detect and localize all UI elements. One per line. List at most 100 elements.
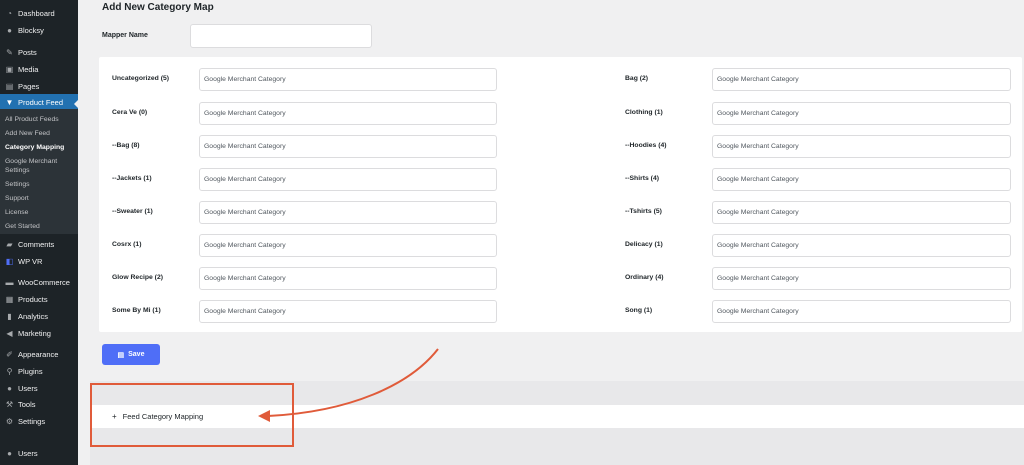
category-label: Some By Mi (1)	[112, 307, 161, 314]
admin-sidebar: ◔ Dashboard ● Blocksy ✎ Posts ▣ Media ▤ Pages…	[0, 0, 79, 465]
sidebar-item-label: Blocksy	[18, 26, 44, 35]
category-label: Cera Ve (0)	[112, 109, 148, 116]
google-category-input[interactable]: Google Merchant Category	[199, 234, 497, 257]
submenu-google-merchant-settings[interactable]: Settings	[5, 166, 30, 175]
google-category-input[interactable]: Google Merchant Category	[199, 201, 497, 224]
category-label: --Bag (8)	[112, 142, 140, 149]
category-label: --Tshirts (5)	[625, 208, 662, 215]
sidebar-item-label: WP VR	[18, 257, 43, 266]
google-category-input[interactable]: Google Merchant Category	[199, 168, 497, 191]
submenu-settings[interactable]: Settings	[5, 180, 30, 189]
sidebar-item-label: Marketing	[18, 329, 51, 338]
category-label: Glow Recipe (2)	[112, 274, 163, 281]
page-title: Add New Category Map	[102, 2, 214, 13]
sidebar-item-label: Plugins	[18, 367, 43, 376]
category-label: --Hoodies (4)	[625, 142, 667, 149]
sidebar-item-label: Product Feed	[18, 97, 64, 107]
submenu-license[interactable]: License	[5, 208, 28, 217]
sidebar-item-woocommerce[interactable]: ▬ WooCommerce	[0, 274, 78, 291]
sidebar-item-label: Users	[18, 384, 38, 393]
sidebar-item-label: Products	[18, 295, 48, 304]
submenu-all-product-feeds[interactable]: All Product Feeds	[5, 115, 59, 124]
products-icon: ▦	[5, 295, 14, 304]
sidebar-item-analytics[interactable]: ▮ Analytics	[0, 308, 78, 325]
google-category-input[interactable]: Google Merchant Category	[712, 234, 1011, 257]
sidebar-item-posts[interactable]: ✎ Posts	[0, 44, 78, 61]
category-label: Cosrx (1)	[112, 241, 142, 248]
google-category-input[interactable]: Google Merchant Category	[712, 102, 1011, 125]
sidebar-item-users-bottom[interactable]: ● Users	[0, 445, 78, 462]
analytics-icon: ▮	[7, 312, 12, 321]
google-category-input[interactable]: Google Merchant Category	[712, 168, 1011, 191]
plugins-icon: ⚲	[6, 367, 13, 376]
sidebar-item-label: Appearance	[18, 350, 59, 359]
sidebar-item-tools[interactable]: ⚒ Tools	[0, 396, 78, 413]
category-label: Delicacy (1)	[625, 241, 663, 248]
category-label: --Shirts (4)	[625, 175, 659, 182]
google-category-input[interactable]: Google Merchant Category	[199, 135, 497, 158]
pin-icon: ✎	[6, 48, 13, 57]
settings-icon: ⚙	[5, 417, 14, 426]
google-category-input[interactable]: Google Merchant Category	[199, 68, 497, 91]
comments-icon: ▰	[6, 240, 13, 249]
google-category-input[interactable]: Google Merchant Category	[712, 267, 1011, 290]
google-category-input[interactable]: Google Merchant Category	[712, 68, 1011, 91]
users-icon: ●	[7, 449, 12, 458]
submenu-category-mapping[interactable]: Category Mapping	[5, 143, 64, 152]
media-icon: ▣	[5, 65, 14, 74]
sidebar-item-marketing[interactable]: ◀ Marketing	[0, 325, 78, 342]
sidebar-item-settings[interactable]: ⚙ Settings	[0, 413, 78, 430]
sidebar-item-products[interactable]: ▦ Products	[0, 291, 78, 308]
google-category-input[interactable]: Google Merchant Category	[199, 300, 497, 323]
wpvr-icon: ◧	[5, 257, 14, 266]
annotation-highlight-box	[90, 383, 294, 447]
google-category-input[interactable]: Google Merchant Category	[199, 267, 497, 290]
sidebar-item-label: Users	[18, 449, 38, 458]
sidebar-item-label: Settings	[18, 417, 46, 426]
category-label: Clothing (1)	[625, 109, 663, 116]
google-category-input[interactable]: Google Merchant Category	[712, 300, 1011, 323]
users-icon: ●	[7, 384, 12, 393]
sidebar-item-label: Media	[18, 65, 39, 74]
category-label: Uncategorized (5)	[112, 75, 170, 82]
save-button-label: Save	[128, 351, 145, 358]
submenu-google-merchant[interactable]: Google Merchant	[5, 157, 57, 166]
category-label: Bag (2)	[625, 75, 649, 82]
woocommerce-icon: ▬	[5, 278, 14, 287]
google-category-input[interactable]: Google Merchant Category	[712, 135, 1011, 158]
submenu-add-new-feed[interactable]: Add New Feed	[5, 129, 50, 138]
sidebar-item-dashboard[interactable]: ◔ Dashboard	[0, 5, 78, 22]
save-button[interactable]: ▤ Save	[102, 344, 160, 365]
dashboard-icon: ◔	[7, 9, 12, 18]
sidebar-item-label: Posts	[18, 48, 37, 57]
pages-icon: ▤	[5, 82, 14, 91]
sidebar-item-plugins[interactable]: ⚲ Plugins	[0, 363, 78, 380]
sidebar-item-comments[interactable]: ▰ Comments	[0, 236, 78, 253]
sidebar-item-label: Tools	[18, 400, 36, 409]
sidebar-item-label: WooCommerce	[18, 278, 70, 287]
blocksy-icon: ●	[7, 26, 12, 35]
google-category-input[interactable]: Google Merchant Category	[199, 102, 497, 125]
sidebar-item-blocksy[interactable]: ● Blocksy	[0, 22, 78, 39]
appearance-icon: ✐	[6, 350, 13, 359]
submenu-get-started[interactable]: Get Started	[5, 222, 40, 231]
category-label: --Sweater (1)	[112, 208, 153, 215]
category-label: Song (1)	[625, 307, 653, 314]
category-label: Ordinary (4)	[625, 274, 664, 281]
category-mapping-table: Uncategorized (5) Google Merchant Catego…	[99, 57, 1022, 332]
save-icon: ▤	[117, 351, 125, 359]
submenu-support[interactable]: Support	[5, 194, 29, 203]
sidebar-item-label: Comments	[18, 240, 55, 249]
sidebar-item-product-feed[interactable]: ▼ Product Feed	[0, 94, 78, 110]
sidebar-item-label: Dashboard	[18, 9, 55, 18]
mapper-name-input[interactable]	[190, 24, 372, 48]
sidebar-item-appearance[interactable]: ✐ Appearance	[0, 346, 78, 363]
sidebar-item-users[interactable]: ● Users	[0, 380, 78, 397]
product-feed-icon: ▼	[5, 97, 14, 107]
google-category-input[interactable]: Google Merchant Category	[712, 201, 1011, 224]
tools-icon: ⚒	[5, 400, 14, 409]
sidebar-item-label: Analytics	[18, 312, 49, 321]
sidebar-item-wpvr[interactable]: ◧ WP VR	[0, 253, 78, 270]
sidebar-item-pages[interactable]: ▤ Pages	[0, 78, 78, 95]
sidebar-item-media[interactable]: ▣ Media	[0, 61, 78, 78]
